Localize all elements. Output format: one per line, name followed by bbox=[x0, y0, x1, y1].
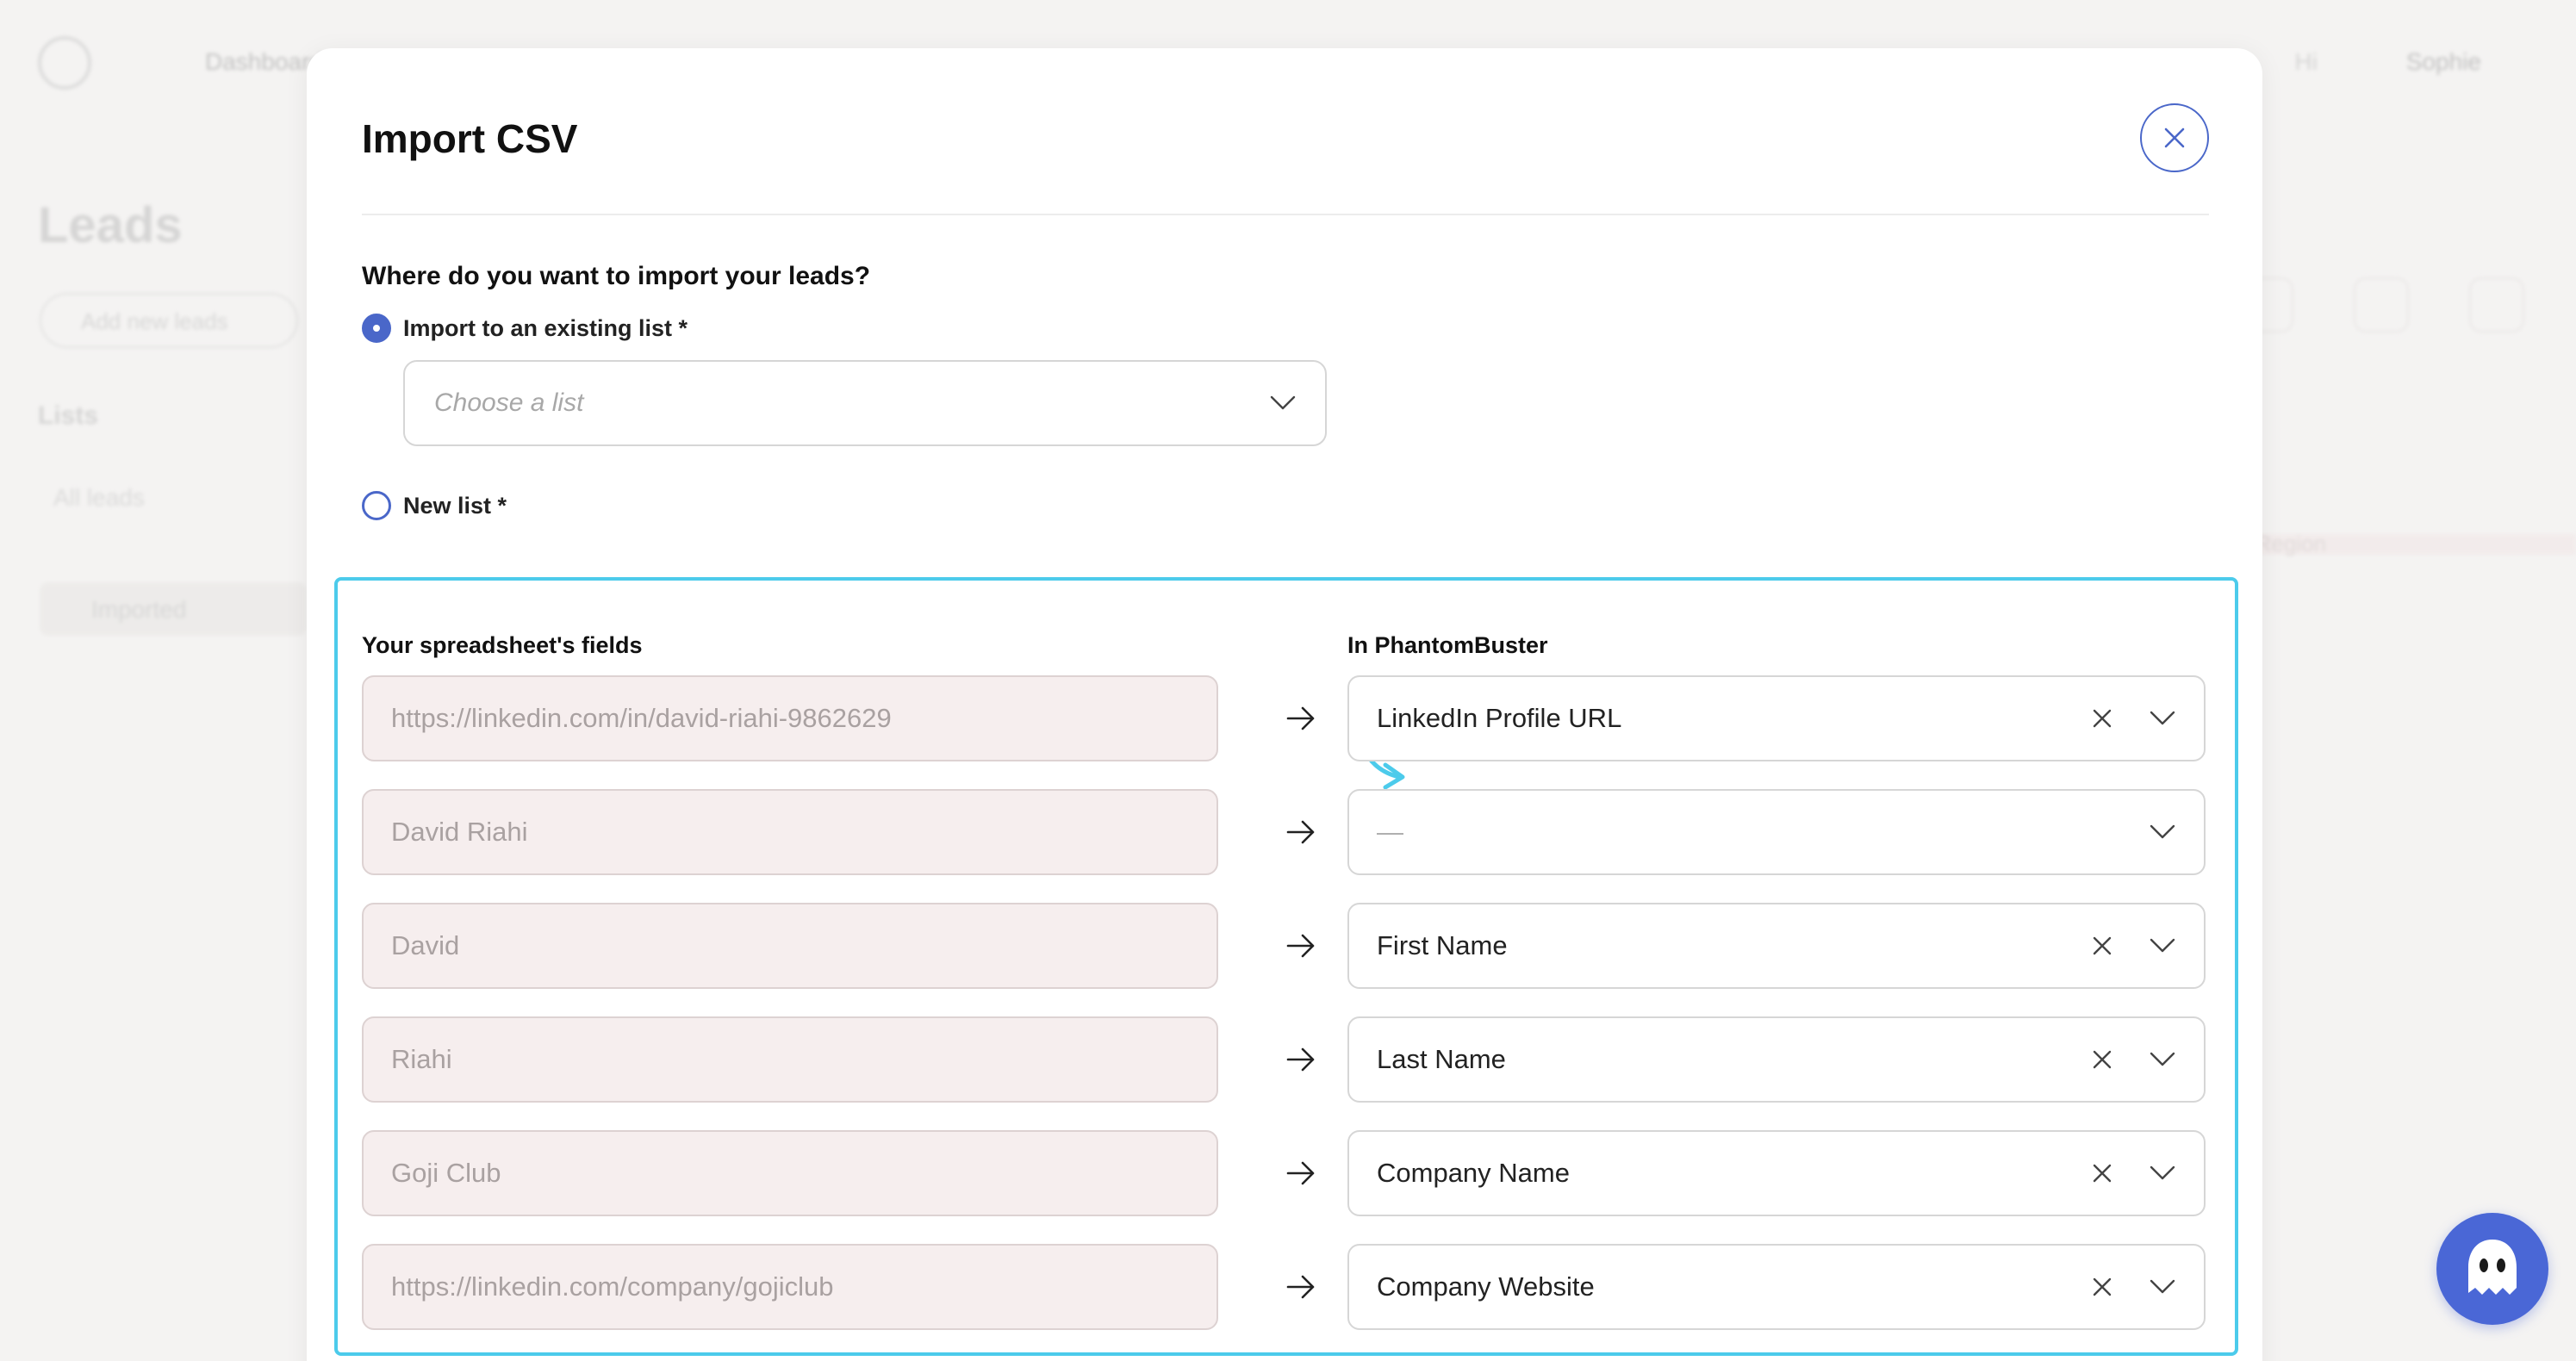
clear-x-icon[interactable] bbox=[2090, 1275, 2114, 1299]
mapping-row: David First Name bbox=[362, 903, 2209, 989]
user-name: Sophie bbox=[2405, 48, 2481, 75]
mapping-row: David Riahi — bbox=[362, 789, 2209, 875]
close-button[interactable] bbox=[2140, 103, 2209, 172]
column-header-target: In PhantomBuster bbox=[1347, 632, 1548, 658]
mapping-row: https://linkedin.com/in/david-riahi-9862… bbox=[362, 675, 2209, 761]
chevron-down-icon[interactable] bbox=[2149, 710, 2176, 727]
column-header-source: Your spreadsheet's fields bbox=[362, 632, 643, 658]
delete-icon bbox=[2469, 277, 2524, 332]
mapping-row: Riahi Last Name bbox=[362, 1016, 2209, 1103]
target-field-value: Company Name bbox=[1377, 1158, 1570, 1188]
page-title: Leads bbox=[38, 197, 183, 253]
clear-x-icon[interactable] bbox=[2090, 1161, 2114, 1185]
radio-new-label: New list * bbox=[403, 492, 507, 519]
ghost-icon bbox=[2468, 1240, 2517, 1295]
target-field-select[interactable]: Company Name bbox=[1347, 1130, 2206, 1216]
source-field: David Riahi bbox=[362, 789, 1218, 875]
choose-list-select[interactable]: Choose a list bbox=[403, 360, 1327, 446]
chevron-down-icon[interactable] bbox=[2149, 1051, 2176, 1068]
all-leads-item: All leads bbox=[53, 484, 145, 511]
arrow-right-icon bbox=[1286, 1275, 1315, 1299]
filter-icon bbox=[2354, 277, 2409, 332]
source-field: Riahi bbox=[362, 1016, 1218, 1103]
radio-existing-label: Import to an existing list * bbox=[403, 314, 688, 341]
target-field-select[interactable]: — bbox=[1347, 789, 2206, 875]
close-icon bbox=[2164, 127, 2185, 148]
import-question: Where do you want to import your leads? bbox=[362, 262, 871, 290]
target-field-value: Last Name bbox=[1377, 1044, 1506, 1074]
import-csv-modal: Import CSV Where do you want to import y… bbox=[307, 48, 2262, 1361]
arrow-right-icon bbox=[1286, 706, 1315, 730]
app-logo bbox=[38, 36, 91, 90]
target-field-value: Company Website bbox=[1377, 1271, 1595, 1302]
arrow-right-icon bbox=[1286, 1047, 1315, 1072]
list-item: Imported bbox=[40, 582, 307, 636]
target-field-select[interactable]: Last Name bbox=[1347, 1016, 2206, 1103]
source-field: David bbox=[362, 903, 1218, 989]
add-leads-button: Add new leads bbox=[40, 293, 298, 348]
source-field: Goji Club bbox=[362, 1130, 1218, 1216]
radio-existing-list[interactable] bbox=[362, 314, 391, 343]
chat-support-button[interactable] bbox=[2436, 1213, 2548, 1325]
clear-x-icon[interactable] bbox=[2090, 934, 2114, 958]
toolbar-icons bbox=[2238, 277, 2524, 332]
target-field-value: First Name bbox=[1377, 930, 1508, 960]
chevron-down-icon[interactable] bbox=[2149, 1165, 2176, 1182]
arrow-right-icon bbox=[1286, 820, 1315, 844]
nav-dashboard: Dashboard bbox=[205, 48, 323, 75]
arrow-right-icon bbox=[1286, 1161, 1315, 1185]
target-field-value: LinkedIn Profile URL bbox=[1377, 703, 1622, 733]
modal-title: Import CSV bbox=[362, 116, 578, 161]
choose-list-placeholder: Choose a list bbox=[434, 388, 584, 417]
chevron-down-icon[interactable] bbox=[2149, 937, 2176, 954]
source-field: https://linkedin.com/in/david-riahi-9862… bbox=[362, 675, 1218, 761]
table-column-region: Region bbox=[2255, 531, 2326, 556]
modal-divider bbox=[362, 214, 2209, 215]
mapping-row: Goji Club Company Name bbox=[362, 1130, 2209, 1216]
chevron-down-icon[interactable] bbox=[2149, 823, 2176, 841]
mapping-row: https://linkedin.com/company/gojiclub Com… bbox=[362, 1244, 2209, 1330]
target-field-value: — bbox=[1377, 817, 1403, 847]
lists-heading: Lists bbox=[38, 401, 99, 430]
clear-x-icon[interactable] bbox=[2090, 1047, 2114, 1072]
target-field-select[interactable]: Company Website bbox=[1347, 1244, 2206, 1330]
target-field-select[interactable]: First Name bbox=[1347, 903, 2206, 989]
field-mapping-panel: Your spreadsheet's fields In PhantomBust… bbox=[334, 577, 2238, 1356]
option-existing-list[interactable]: Import to an existing list * bbox=[362, 314, 688, 343]
chevron-down-icon[interactable] bbox=[2149, 1278, 2176, 1296]
arrow-right-icon bbox=[1286, 934, 1315, 958]
nav-user-link: Hi bbox=[2294, 48, 2318, 75]
radio-new-list[interactable] bbox=[362, 491, 391, 520]
chevron-down-icon bbox=[1270, 395, 1296, 410]
source-field: https://linkedin.com/company/gojiclub bbox=[362, 1244, 1218, 1330]
clear-x-icon[interactable] bbox=[2090, 706, 2114, 730]
option-new-list[interactable]: New list * bbox=[362, 491, 507, 520]
target-field-select[interactable]: LinkedIn Profile URL bbox=[1347, 675, 2206, 761]
